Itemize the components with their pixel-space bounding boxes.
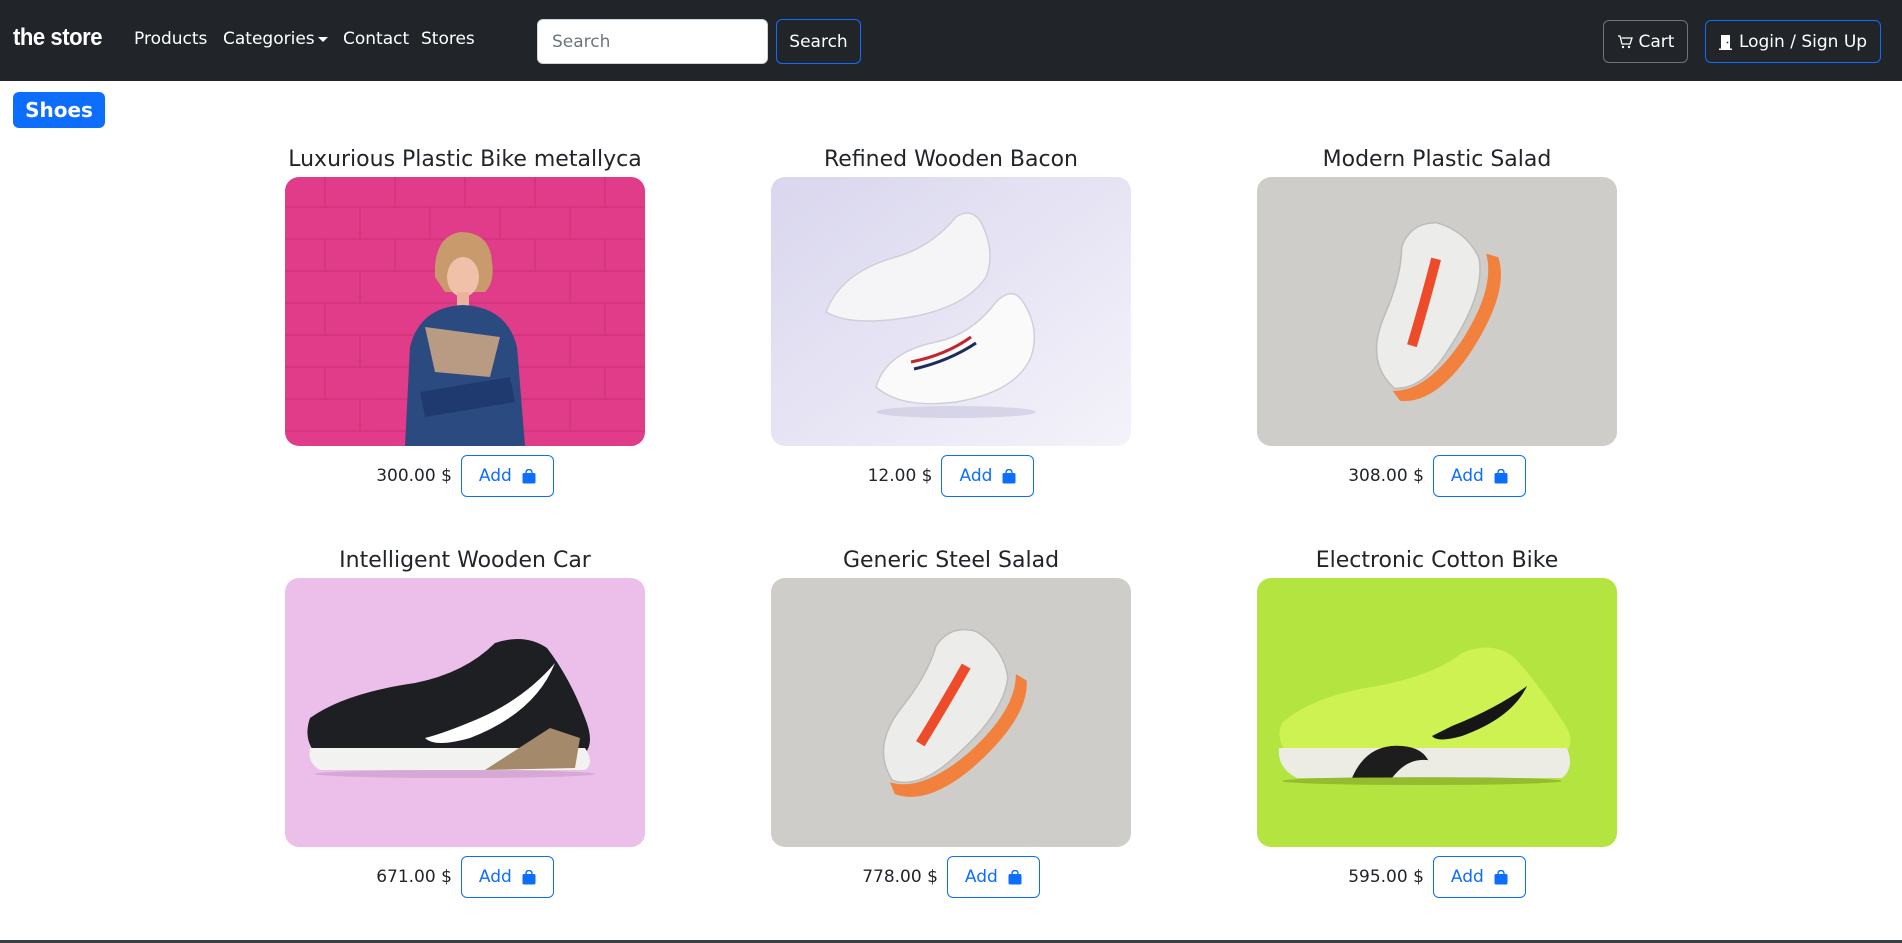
door-icon (1718, 34, 1732, 50)
woman-pink-wall-image (285, 177, 645, 446)
add-label: Add (1450, 466, 1484, 486)
product-title[interactable]: Electronic Cotton Bike (1257, 544, 1617, 578)
product-title[interactable]: Modern Plastic Salad (1257, 143, 1617, 177)
product-image[interactable] (1257, 578, 1617, 847)
add-label: Add (1450, 867, 1484, 887)
shopping-bag-icon (1494, 468, 1508, 483)
product-price: 308.00 $ (1348, 466, 1424, 486)
price-row: 300.00 $ Add (285, 455, 645, 497)
product-title[interactable]: Intelligent Wooden Car (285, 544, 645, 578)
caret-down-icon (317, 36, 328, 42)
cart-icon (1617, 34, 1633, 48)
price-row: 308.00 $ Add (1257, 455, 1617, 497)
add-to-cart-button[interactable]: Add (460, 856, 554, 898)
add-to-cart-button[interactable]: Add (946, 856, 1040, 898)
add-label: Add (959, 466, 993, 486)
add-to-cart-button[interactable]: Add (460, 455, 554, 497)
product-price: 778.00 $ (862, 867, 938, 887)
product-title[interactable]: Refined Wooden Bacon (771, 143, 1131, 177)
shopping-bag-icon (1002, 468, 1016, 483)
black-sneaker-pink-bg-image (285, 578, 645, 847)
product-price: 12.00 $ (867, 466, 933, 486)
add-to-cart-button[interactable]: Add (1432, 856, 1526, 898)
product-image[interactable] (285, 578, 645, 847)
search-button[interactable]: Search (776, 19, 861, 64)
nav-link-categories[interactable]: Categories (223, 29, 328, 49)
cart-label: Cart (1638, 31, 1675, 52)
product-title[interactable]: Generic Steel Salad (771, 544, 1131, 578)
brand-logo[interactable]: the store (13, 24, 103, 52)
nav-link-categories-label: Categories (223, 29, 315, 49)
nav-link-contact[interactable]: Contact (343, 29, 409, 49)
cart-button[interactable]: Cart (1603, 20, 1688, 63)
white-sneakers-pair-image (771, 177, 1131, 446)
add-label: Add (964, 867, 998, 887)
add-to-cart-button[interactable]: Add (1432, 455, 1526, 497)
product-title[interactable]: Luxurious Plastic Bike metallyca (285, 143, 645, 177)
category-badge[interactable]: Shoes (13, 92, 105, 128)
shopping-bag-icon (522, 869, 536, 884)
login-signup-button[interactable]: Login / Sign Up (1705, 20, 1881, 63)
product-image[interactable] (771, 578, 1131, 847)
product-price: 595.00 $ (1348, 867, 1424, 887)
shopping-bag-icon (522, 468, 536, 483)
nav-link-stores[interactable]: Stores (421, 29, 475, 49)
add-label: Add (478, 466, 512, 486)
login-label: Login / Sign Up (1738, 31, 1868, 52)
price-row: 671.00 $ Add (285, 856, 645, 898)
price-row: 595.00 $ Add (1257, 856, 1617, 898)
shopping-bag-icon (1494, 869, 1508, 884)
add-to-cart-button[interactable]: Add (941, 455, 1035, 497)
nav-link-products[interactable]: Products (134, 29, 207, 49)
orange-white-sneaker-image (1257, 177, 1617, 446)
shopping-bag-icon (1008, 869, 1022, 884)
product-price: 671.00 $ (376, 867, 452, 887)
price-row: 778.00 $ Add (771, 856, 1131, 898)
product-image[interactable] (285, 177, 645, 446)
search-input[interactable] (537, 19, 768, 64)
price-row: 12.00 $ Add (771, 455, 1131, 497)
add-label: Add (478, 867, 512, 887)
lime-sneaker-image (1257, 578, 1617, 847)
product-image[interactable] (1257, 177, 1617, 446)
product-price: 300.00 $ (376, 466, 452, 486)
orange-white-sneaker-image (771, 578, 1131, 847)
product-image[interactable] (771, 177, 1131, 446)
navbar: the store Products Categories Contact St… (0, 0, 1902, 81)
